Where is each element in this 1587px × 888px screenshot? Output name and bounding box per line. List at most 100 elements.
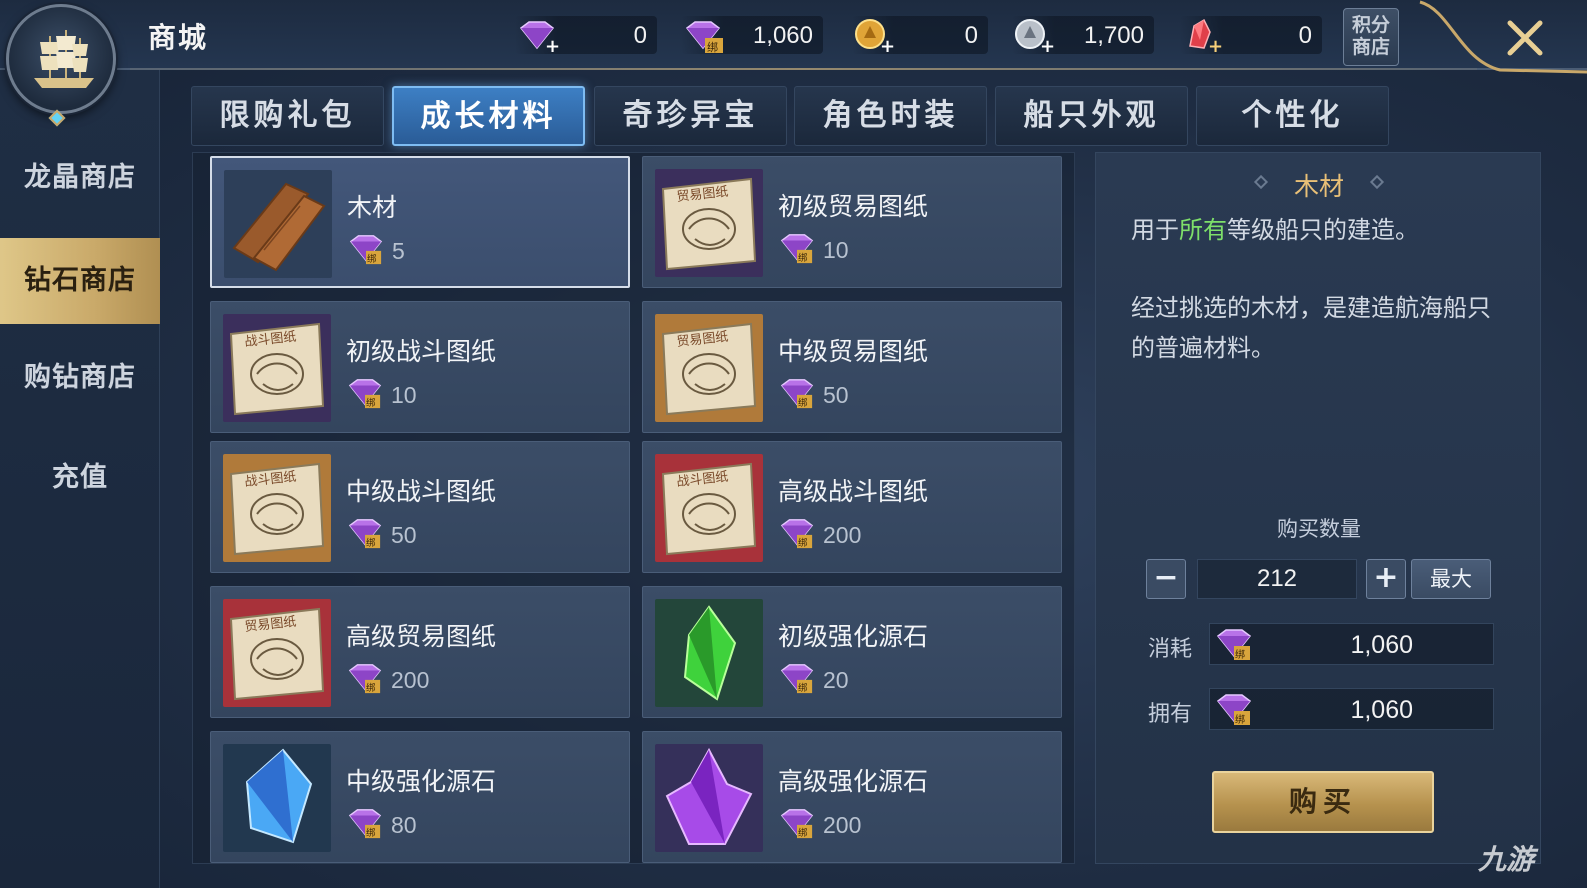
item-thumbnail: 战斗图纸 [223, 454, 331, 562]
owned-box: 绑 1,060 [1209, 688, 1494, 730]
tab-limited-packs[interactable]: 限购礼包 [191, 86, 384, 146]
watermark-logo: 九游 [1478, 843, 1535, 876]
sidebar-item-dragon-crystal-shop[interactable]: 龙晶商店 [0, 135, 160, 221]
svg-text:绑: 绑 [707, 41, 718, 54]
item-card[interactable]: 贸易图纸 初级贸易图纸绑 10 [642, 156, 1062, 288]
svg-text:绑: 绑 [798, 397, 808, 409]
trade-blueprint-icon: 贸易图纸 [661, 322, 757, 416]
item-card[interactable]: 木材绑 5 [210, 156, 630, 288]
detail-description-usage: 用于所有等级船只的建造。 [1131, 211, 1521, 249]
quantity-decrease-button[interactable]: − [1146, 559, 1186, 599]
item-thumbnail [655, 599, 763, 707]
desc-highlight: 所有 [1179, 216, 1227, 244]
green-crystal-icon [683, 605, 737, 701]
quantity-input[interactable] [1197, 559, 1357, 599]
currency-red-crystal[interactable]: + 0 [1180, 16, 1322, 54]
svg-text:绑: 绑 [798, 827, 808, 839]
svg-text:绑: 绑 [798, 537, 808, 549]
item-card[interactable]: 战斗图纸 中级战斗图纸绑 50 [210, 441, 630, 573]
sidebar-item-recharge[interactable]: 充值 [0, 435, 160, 521]
points-shop-button[interactable]: 积分 商店 [1343, 8, 1399, 66]
svg-text:绑: 绑 [1235, 649, 1245, 661]
corner-decoration [1419, 0, 1587, 74]
item-thumbnail [223, 744, 331, 852]
detail-description-flavor: 经过挑选的木材，是建造航海船只的普遍材料。 [1131, 294, 1491, 362]
currency-value: 0 [1298, 22, 1312, 49]
shop-logo [6, 4, 116, 114]
owned-value: 1,060 [1350, 696, 1413, 724]
cost-label: 消耗 [1148, 637, 1193, 662]
currency-silver[interactable]: + 1,700 [1012, 16, 1154, 54]
item-price: 10 [823, 237, 849, 263]
trade-blueprint-icon: 贸易图纸 [661, 177, 757, 271]
svg-text:+: + [880, 36, 895, 54]
tab-character-outfits[interactable]: 角色时装 [794, 86, 987, 146]
item-card[interactable]: 战斗图纸 初级战斗图纸绑 10 [210, 301, 630, 433]
cost-value: 1,060 [1350, 631, 1413, 659]
svg-text:绑: 绑 [798, 682, 808, 694]
cost-box: 绑 1,060 [1209, 623, 1494, 665]
diamond-plus-icon: + [519, 21, 559, 54]
currency-diamond[interactable]: + 0 [515, 16, 657, 54]
bound-diamond-icon: 绑 [685, 21, 723, 54]
bound-diamond-icon: 绑 [349, 235, 383, 265]
page-title: 商城 [148, 21, 209, 54]
item-thumbnail: 贸易图纸 [655, 314, 763, 422]
item-name: 高级强化源石 [778, 767, 929, 796]
currency-value: 1,060 [752, 22, 813, 49]
item-card[interactable]: 高级强化源石绑 200 [642, 731, 1062, 863]
svg-text:+: + [1208, 36, 1223, 54]
item-price: 10 [391, 382, 417, 408]
sidebar-item-diamond-shop[interactable]: 钻石商店 [0, 238, 160, 324]
tab-personalization[interactable]: 个性化 [1196, 86, 1389, 146]
bound-diamond-icon: 绑 [780, 379, 814, 409]
bound-diamond-icon: 绑 [1216, 629, 1252, 661]
tab-ship-appearance[interactable]: 船只外观 [995, 86, 1188, 146]
quantity-increase-button[interactable]: + [1366, 559, 1406, 599]
bound-diamond-icon: 绑 [780, 234, 814, 264]
item-price: 200 [823, 812, 862, 838]
item-price: 50 [823, 382, 849, 408]
item-thumbnail: 战斗图纸 [223, 314, 331, 422]
item-name: 中级强化源石 [346, 767, 497, 796]
item-card[interactable]: 战斗图纸 高级战斗图纸绑 200 [642, 441, 1062, 573]
top-bar: 商城 + 0 绑 1,060 + 0 + 1,700 + 0 积分 商店 [0, 0, 1587, 74]
sidebar-item-buy-diamond-shop[interactable]: 购钻商店 [0, 335, 160, 421]
detail-title: 木材 [1293, 172, 1344, 201]
item-thumbnail: 贸易图纸 [223, 599, 331, 707]
points-shop-label-line1: 积分 [1351, 14, 1390, 36]
tab-growth-materials[interactable]: 成长材料 [392, 86, 585, 146]
bound-diamond-icon: 绑 [780, 664, 814, 694]
battle-blueprint-icon: 战斗图纸 [229, 322, 325, 416]
svg-text:绑: 绑 [798, 252, 808, 264]
item-card[interactable]: 贸易图纸 中级贸易图纸绑 50 [642, 301, 1062, 433]
svg-text:绑: 绑 [366, 537, 376, 549]
bound-diamond-icon: 绑 [780, 809, 814, 839]
red-crystal-plus-icon: + [1189, 18, 1223, 54]
close-icon[interactable] [1500, 15, 1550, 60]
svg-text:绑: 绑 [366, 827, 376, 839]
item-price: 200 [391, 667, 430, 693]
bound-diamond-icon: 绑 [780, 519, 814, 549]
item-name: 中级战斗图纸 [346, 477, 497, 506]
bound-diamond-icon: 绑 [348, 519, 382, 549]
item-thumbnail [224, 170, 332, 278]
item-card[interactable]: 初级强化源石绑 20 [642, 586, 1062, 718]
item-card[interactable]: 贸易图纸 高级贸易图纸绑 200 [210, 586, 630, 718]
item-thumbnail: 战斗图纸 [655, 454, 763, 562]
max-quantity-button[interactable]: 最大 [1411, 559, 1491, 599]
trade-blueprint-icon: 贸易图纸 [229, 607, 325, 701]
item-card[interactable]: 中级强化源石绑 80 [210, 731, 630, 863]
item-name: 高级贸易图纸 [346, 622, 497, 651]
item-name: 初级战斗图纸 [346, 337, 497, 366]
currency-gold[interactable]: + 0 [852, 16, 988, 54]
currency-bound-diamond: 绑 1,060 [681, 16, 823, 54]
buy-button[interactable]: 购买 [1212, 771, 1434, 833]
currency-value: 0 [633, 22, 647, 49]
tab-treasures[interactable]: 奇珍异宝 [594, 86, 787, 146]
svg-text:绑: 绑 [1235, 714, 1245, 726]
currency-value: 0 [964, 22, 978, 49]
wood-planks-icon [232, 182, 326, 272]
svg-text:+: + [545, 36, 559, 54]
svg-text:绑: 绑 [366, 397, 376, 409]
